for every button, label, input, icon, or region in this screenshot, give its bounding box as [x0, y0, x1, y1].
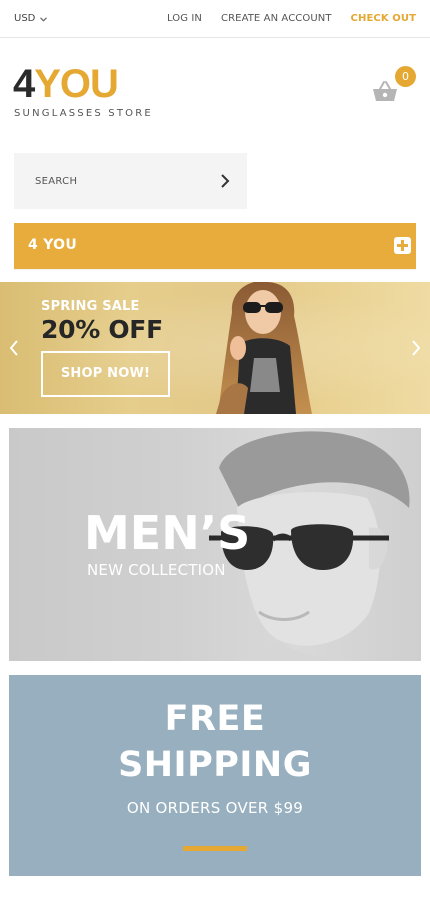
shipping-title-line2: SHIPPING: [118, 745, 312, 785]
free-shipping-banner[interactable]: FREE SHIPPING ON ORDERS OVER $99: [9, 675, 421, 876]
chevron-left-icon[interactable]: [6, 338, 22, 358]
mens-collection-banner[interactable]: MEN’S NEW COLLECTION: [9, 428, 421, 661]
currency-value: USD: [14, 13, 36, 24]
cart-count-badge: 0: [395, 66, 416, 87]
promo-kicker: SPRING SALE: [41, 299, 140, 314]
chevron-right-icon[interactable]: [408, 338, 424, 358]
shipping-subtitle: ON ORDERS OVER $99: [126, 799, 304, 817]
login-link[interactable]: LOG IN: [167, 13, 202, 24]
model-woman-image: [216, 282, 312, 414]
checkout-link[interactable]: CHECK OUT: [351, 13, 416, 24]
search-input[interactable]: [14, 153, 204, 209]
logo-word: YOU: [34, 62, 119, 106]
create-account-link[interactable]: CREATE AN ACCOUNT: [221, 13, 332, 24]
promo-slider: SPRING SALE 20% OFF SHOP NOW!: [0, 282, 430, 414]
promo-title: 20% OFF: [41, 315, 163, 344]
logo-wordmark: 4YOU: [13, 62, 153, 106]
currency-selector[interactable]: USD: [14, 13, 48, 24]
menu-label: 4 YOU: [28, 237, 78, 253]
top-bar: USD LOG IN CREATE AN ACCOUNT CHECK OUT: [0, 0, 430, 38]
shipping-title-line1: FREE: [164, 699, 266, 739]
mens-banner-subtitle: NEW COLLECTION: [87, 561, 226, 579]
shop-now-button[interactable]: SHOP NOW!: [41, 351, 170, 397]
cart-button[interactable]: 0: [372, 66, 420, 106]
accent-divider: [183, 846, 247, 851]
mens-banner-title: MEN’S: [84, 506, 251, 560]
basket-icon: [372, 80, 398, 106]
account-links: LOG IN CREATE AN ACCOUNT CHECK OUT: [167, 13, 416, 24]
category-menu-toggle[interactable]: 4 YOU: [14, 223, 416, 269]
plus-icon: [394, 237, 411, 254]
logo-tagline: SUNGLASSES STORE: [14, 108, 153, 119]
chevron-right-icon[interactable]: [217, 172, 233, 190]
logo-number: 4: [13, 62, 35, 106]
search-box: [14, 153, 247, 209]
chevron-down-icon: [40, 15, 48, 24]
store-logo[interactable]: 4YOU SUNGLASSES STORE: [13, 62, 153, 119]
